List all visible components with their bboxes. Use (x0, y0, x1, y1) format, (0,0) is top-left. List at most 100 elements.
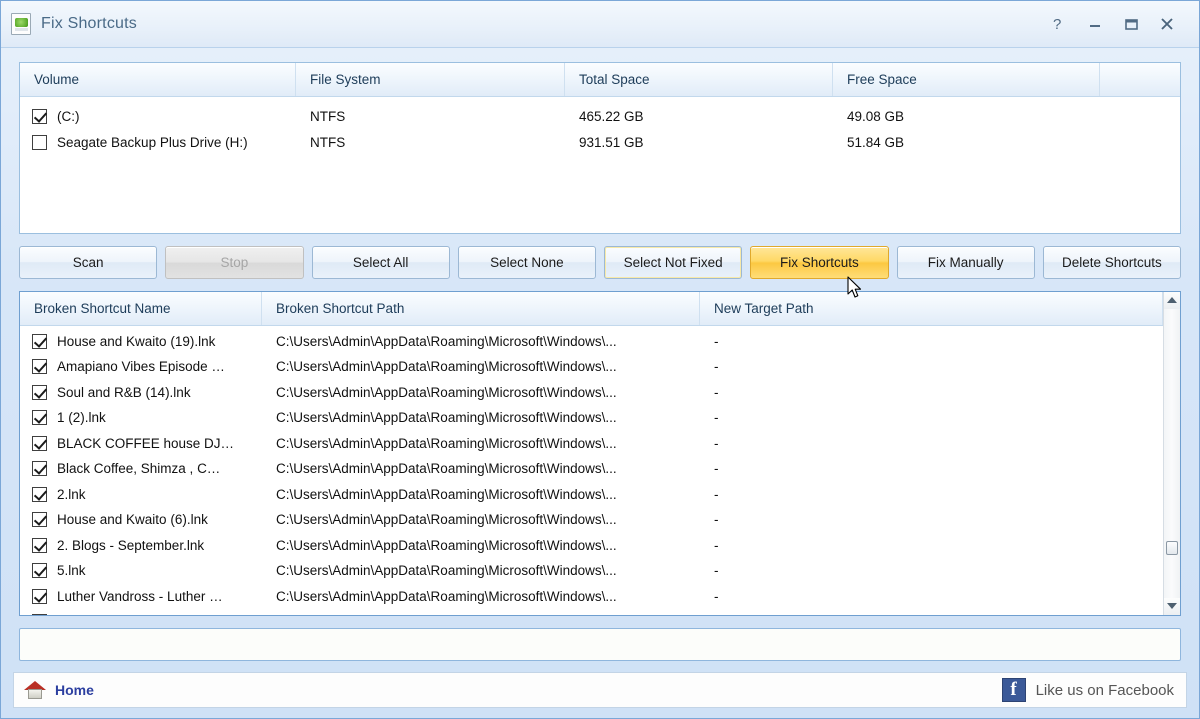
shortcut-name-cell[interactable]: 5.lnk (20, 558, 262, 584)
fix-manually-button[interactable]: Fix Manually (896, 245, 1035, 279)
free-space-cell: 49.08 GB (847, 108, 905, 124)
home-icon (24, 680, 46, 700)
minimize-button[interactable] (1077, 9, 1113, 39)
list-item[interactable]: 2. Blogs - September.lnk C:\Users\Admin\… (20, 533, 1180, 559)
home-link[interactable]: Home (24, 680, 94, 700)
row-checkbox[interactable] (32, 333, 47, 349)
shortcut-name-cell[interactable]: 2. Blogs - September.lnk (20, 533, 262, 559)
shortcut-name: Soul and R&B (14).lnk (57, 384, 191, 400)
total-space-cell: 465.22 GB (579, 108, 644, 124)
shortcut-name: 5.lnk (57, 563, 86, 579)
row-checkbox[interactable] (32, 461, 47, 477)
shortcut-name-cell[interactable]: BLACK COFFEE house DJ… (20, 431, 262, 457)
row-checkbox[interactable] (32, 486, 47, 502)
action-toolbar: Scan Stop Select All Select None Select … (19, 245, 1181, 279)
maximize-button[interactable] (1113, 9, 1149, 39)
list-item[interactable]: Luther Vandross - Luther … C:\Users\Admi… (20, 584, 1180, 610)
row-checkbox[interactable] (32, 435, 47, 451)
volume-cell[interactable]: Seagate Backup Plus Drive (H:) (20, 129, 296, 155)
row-checkbox[interactable] (32, 359, 47, 375)
row-checkbox[interactable] (32, 512, 47, 528)
list-item[interactable]: House and Kwaito (19).lnk C:\Users\Admin… (20, 329, 1180, 355)
list-item[interactable]: House and Kwaito (6).lnk C:\Users\Admin\… (20, 507, 1180, 533)
select-none-button[interactable]: Select None (457, 245, 596, 279)
shortcut-name-cell[interactable]: Amapiano Vibes Episode … (20, 354, 262, 380)
close-button[interactable] (1149, 9, 1185, 39)
home-label: Home (55, 682, 94, 699)
scrollbar-track[interactable] (1164, 309, 1180, 598)
select-all-button[interactable]: Select All (311, 245, 450, 279)
list-item[interactable]: Amapiano Interview Selekta… C:\Users\Adm… (20, 609, 1180, 615)
scan-button[interactable]: Scan (19, 245, 158, 279)
shortcut-name: 2. Blogs - September.lnk (57, 537, 205, 553)
shortcut-path-cell: C:\Users\Admin\AppData\Roaming\Microsoft… (276, 359, 617, 375)
scroll-up-arrow-icon[interactable] (1164, 291, 1180, 309)
shortcut-path-cell: C:\Users\Admin\AppData\Roaming\Microsoft… (276, 512, 617, 528)
row-checkbox[interactable] (32, 410, 47, 426)
row-checkbox[interactable] (32, 563, 47, 579)
shortcut-name-cell[interactable]: House and Kwaito (6).lnk (20, 507, 262, 533)
column-header-broken-shortcut-path[interactable]: Broken Shortcut Path (262, 291, 700, 325)
shortcut-name-cell[interactable]: House and Kwaito (19).lnk (20, 329, 262, 355)
list-vertical-scrollbar[interactable] (1163, 291, 1180, 615)
list-item[interactable]: 5.lnk C:\Users\Admin\AppData\Roaming\Mic… (20, 558, 1180, 584)
column-header-total-space[interactable]: Total Space (565, 63, 833, 96)
shortcut-name-cell[interactable]: 1 (2).lnk (20, 405, 262, 431)
help-button[interactable]: ? (1041, 9, 1077, 39)
fix-shortcuts-button[interactable]: Fix Shortcuts (750, 245, 889, 279)
column-header-spacer (1100, 63, 1180, 96)
shortcut-path-cell: C:\Users\Admin\AppData\Roaming\Microsoft… (276, 384, 617, 400)
shortcut-path-cell: C:\Users\Admin\AppData\Roaming\Microsoft… (276, 588, 617, 604)
shortcut-name: House and Kwaito (6).lnk (57, 512, 208, 528)
column-header-free-space[interactable]: Free Space (833, 63, 1100, 96)
app-icon (11, 13, 31, 35)
row-checkbox[interactable] (32, 384, 47, 400)
shortcut-name: BLACK COFFEE house DJ… (57, 435, 235, 451)
column-header-broken-shortcut-name[interactable]: Broken Shortcut Name (20, 291, 262, 325)
shortcut-name-cell[interactable]: Amapiano Interview Selekta… (20, 609, 262, 615)
window-title: Fix Shortcuts (41, 15, 137, 32)
facebook-link[interactable]: f Like us on Facebook (1001, 678, 1174, 703)
volume-cell[interactable]: (C:) (20, 103, 296, 129)
file-system-cell: NTFS (310, 134, 346, 150)
shortcut-path-cell: C:\Users\Admin\AppData\Roaming\Microsoft… (262, 609, 700, 615)
column-header-new-target-path[interactable]: New Target Path (700, 291, 1163, 325)
shortcut-list-body[interactable]: House and Kwaito (19).lnk C:\Users\Admin… (20, 326, 1180, 615)
row-checkbox[interactable] (32, 108, 47, 124)
list-item[interactable]: Soul and R&B (14).lnk C:\Users\Admin\App… (20, 380, 1180, 406)
shortcut-name-cell[interactable]: Luther Vandross - Luther … (20, 584, 262, 610)
table-row[interactable]: Seagate Backup Plus Drive (H:) NTFS 931.… (20, 129, 1180, 155)
list-item[interactable]: Amapiano Vibes Episode … C:\Users\Admin\… (20, 354, 1180, 380)
row-checkbox[interactable] (32, 614, 47, 615)
free-space-cell: 51.84 GB (847, 134, 905, 150)
row-checkbox[interactable] (32, 588, 47, 604)
new-target-path-cell: - (714, 537, 719, 553)
volume-name: (C:) (57, 108, 80, 124)
column-header-volume[interactable]: Volume (20, 63, 296, 96)
row-checkbox[interactable] (32, 134, 47, 150)
delete-shortcuts-button[interactable]: Delete Shortcuts (1042, 245, 1181, 279)
shortcut-path-cell: C:\Users\Admin\AppData\Roaming\Microsoft… (276, 563, 617, 579)
shortcut-name-cell[interactable]: 2.lnk (20, 482, 262, 508)
list-item[interactable]: 2.lnk C:\Users\Admin\AppData\Roaming\Mic… (20, 482, 1180, 508)
fix-shortcuts-window: Fix Shortcuts ? Volume File System Total… (0, 0, 1200, 719)
shortcut-name-cell[interactable]: Soul and R&B (14).lnk (20, 380, 262, 406)
list-item[interactable]: Black Coffee, Shimza , C… C:\Users\Admin… (20, 456, 1180, 482)
list-item[interactable]: 1 (2).lnk C:\Users\Admin\AppData\Roaming… (20, 405, 1180, 431)
shortcut-path-cell: C:\Users\Admin\AppData\Roaming\Microsoft… (276, 537, 617, 553)
row-checkbox[interactable] (32, 537, 47, 553)
shortcut-name: Amapiano Vibes Episode … (57, 359, 225, 375)
status-field[interactable] (19, 627, 1181, 662)
shortcut-path-cell: C:\Users\Admin\AppData\Roaming\Microsoft… (276, 435, 617, 451)
select-not-fixed-button[interactable]: Select Not Fixed (604, 245, 743, 279)
list-item[interactable]: BLACK COFFEE house DJ… C:\Users\Admin\Ap… (20, 431, 1180, 457)
scroll-down-arrow-icon[interactable] (1164, 597, 1180, 615)
new-target-path-cell: - (714, 512, 719, 528)
column-header-file-system[interactable]: File System (296, 63, 565, 96)
new-target-path-cell: - (714, 333, 719, 349)
volume-name: Seagate Backup Plus Drive (H:) (57, 134, 248, 150)
shortcut-name-cell[interactable]: Black Coffee, Shimza , C… (20, 456, 262, 482)
table-row[interactable]: (C:) NTFS 465.22 GB 49.08 GB (20, 103, 1180, 129)
scrollbar-thumb[interactable] (1166, 540, 1178, 555)
shortcut-path-cell: C:\Users\Admin\AppData\Roaming\Microsoft… (276, 333, 617, 349)
